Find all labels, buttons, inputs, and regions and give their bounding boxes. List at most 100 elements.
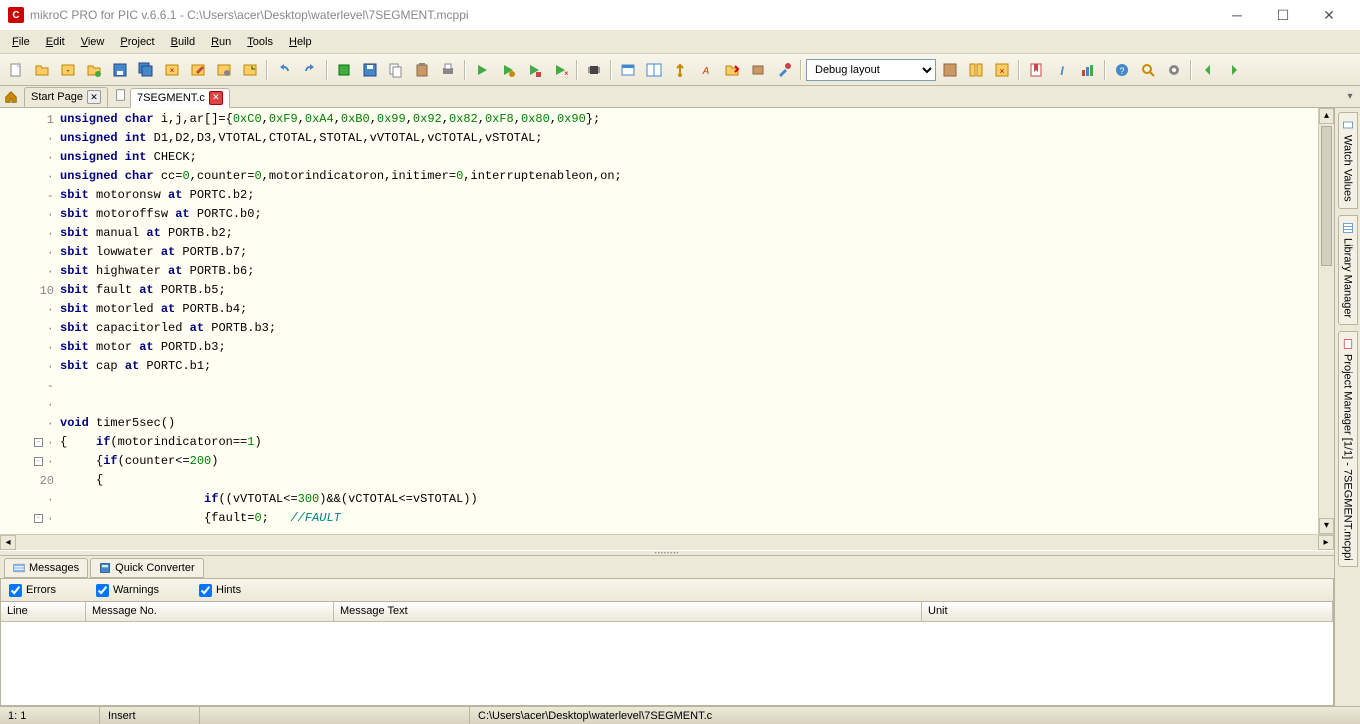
scroll-down-icon[interactable]: ▾ [1319, 518, 1334, 534]
new-file-icon[interactable] [4, 58, 28, 82]
save-icon[interactable] [108, 58, 132, 82]
message-grid-header: Line Message No. Message Text Unit [1, 602, 1333, 622]
editor-tabstrip: Start Page ✕ 7SEGMENT.c ✕ ▾ [0, 86, 1360, 108]
side-panels: Watch Values Library Manager Project Man… [1334, 108, 1360, 706]
tab-quick-converter[interactable]: Quick Converter [90, 558, 203, 578]
filter-errors[interactable]: Errors [9, 584, 56, 597]
messages-panel: Messages Quick Converter Errors Warnings… [0, 556, 1334, 706]
tab-label: 7SEGMENT.c [137, 92, 205, 104]
tools-icon[interactable] [772, 58, 796, 82]
tab-close-icon[interactable]: ✕ [209, 91, 223, 105]
run-build-icon[interactable] [496, 58, 520, 82]
home-icon[interactable] [2, 88, 20, 106]
message-grid[interactable]: Line Message No. Message Text Unit [0, 602, 1334, 706]
stats-icon[interactable] [1076, 58, 1100, 82]
filter-hints[interactable]: Hints [199, 584, 241, 597]
project-add-icon[interactable] [238, 58, 262, 82]
layout-set-icon[interactable] [964, 58, 988, 82]
usb-icon[interactable] [668, 58, 692, 82]
col-msgno[interactable]: Message No. [86, 602, 334, 621]
side-watch-values[interactable]: Watch Values [1338, 112, 1358, 209]
minimize-button[interactable]: ─ [1214, 0, 1260, 30]
titlebar: C mikroC PRO for PIC v.6.6.1 - C:\Users\… [0, 0, 1360, 30]
menu-file[interactable]: File [4, 33, 38, 51]
svg-text:×: × [999, 66, 1004, 76]
help-icon[interactable]: ? [1110, 58, 1134, 82]
vertical-scrollbar[interactable]: ▴ ▾ [1318, 108, 1334, 534]
info-icon[interactable]: I [1050, 58, 1074, 82]
status-filepath: C:\Users\acer\Desktop\waterlevel\7SEGMEN… [470, 707, 1360, 724]
app-icon: C [8, 7, 24, 23]
run-icon[interactable] [470, 58, 494, 82]
bookmark-icon[interactable] [1024, 58, 1048, 82]
code-editor[interactable]: 1···-····10····-··-·-·20·-· unsigned cha… [0, 108, 1334, 534]
ascii-icon[interactable]: A [694, 58, 718, 82]
run-stop-icon[interactable]: × [548, 58, 572, 82]
save-all-icon[interactable] [134, 58, 158, 82]
col-unit[interactable]: Unit [922, 602, 1333, 621]
copy-icon[interactable] [384, 58, 408, 82]
window1-icon[interactable] [616, 58, 640, 82]
open-project-icon[interactable] [82, 58, 106, 82]
gutter: 1···-····10····-··-·-·20·-· [0, 108, 60, 534]
menu-build[interactable]: Build [163, 33, 203, 51]
close-button[interactable]: ✕ [1306, 0, 1352, 30]
tab-messages[interactable]: Messages [4, 558, 88, 578]
save2-icon[interactable] [358, 58, 382, 82]
toolbar: + × × A Debug layout × I ? [0, 54, 1360, 86]
code-area[interactable]: unsigned char i,j,ar[]={0xC0,0xF9,0xA4,0… [60, 108, 1318, 534]
paste-icon[interactable] [410, 58, 434, 82]
tab-start-page[interactable]: Start Page ✕ [24, 87, 108, 107]
nav-fwd-icon[interactable] [1222, 58, 1246, 82]
close-project-icon[interactable]: × [160, 58, 184, 82]
menu-tools[interactable]: Tools [239, 33, 281, 51]
find-icon[interactable] [1136, 58, 1160, 82]
run-debug-icon[interactable] [522, 58, 546, 82]
side-project-manager[interactable]: Project Manager [1/1] - 7SEGMENT.mcppi [1338, 331, 1358, 568]
col-line[interactable]: Line [1, 602, 86, 621]
message-filters: Errors Warnings Hints [0, 578, 1334, 602]
maximize-button[interactable]: ☐ [1260, 0, 1306, 30]
layout-select[interactable]: Debug layout [806, 59, 936, 81]
status-position: 1: 1 [0, 707, 100, 724]
options-icon[interactable] [1162, 58, 1186, 82]
new-project-icon[interactable]: + [56, 58, 80, 82]
svg-text:?: ? [1119, 66, 1124, 76]
project-settings-icon[interactable] [212, 58, 236, 82]
scroll-up-icon[interactable]: ▴ [1319, 108, 1334, 124]
menubar: File Edit View Project Build Run Tools H… [0, 30, 1360, 54]
scroll-thumb[interactable] [1321, 126, 1332, 266]
scroll-right-icon[interactable]: ▸ [1318, 535, 1334, 550]
build-icon[interactable] [332, 58, 356, 82]
project-edit-icon[interactable] [186, 58, 210, 82]
tab-dropdown-icon[interactable]: ▾ [1342, 89, 1358, 105]
undo-icon[interactable] [272, 58, 296, 82]
filter-warnings[interactable]: Warnings [96, 584, 159, 597]
horizontal-scrollbar[interactable]: ◂ ▸ [0, 534, 1334, 550]
col-msgtext[interactable]: Message Text [334, 602, 922, 621]
statusbar: 1: 1 Insert C:\Users\acer\Desktop\waterl… [0, 706, 1360, 724]
status-insert-mode: Insert [100, 707, 200, 724]
tab-close-icon[interactable]: ✕ [87, 90, 101, 104]
nav-back-icon[interactable] [1196, 58, 1220, 82]
print-icon[interactable] [436, 58, 460, 82]
side-library-manager[interactable]: Library Manager [1338, 215, 1358, 325]
open-file-icon[interactable] [30, 58, 54, 82]
export-icon[interactable] [720, 58, 744, 82]
layout-del-icon[interactable]: × [990, 58, 1014, 82]
menu-project[interactable]: Project [112, 33, 162, 51]
status-spacer [200, 707, 470, 724]
tab-file[interactable]: 7SEGMENT.c ✕ [130, 88, 230, 108]
debug-chip-icon[interactable] [582, 58, 606, 82]
menu-run[interactable]: Run [203, 33, 239, 51]
menu-edit[interactable]: Edit [38, 33, 73, 51]
layout-save-icon[interactable] [938, 58, 962, 82]
scroll-left-icon[interactable]: ◂ [0, 535, 16, 550]
menu-view[interactable]: View [73, 33, 113, 51]
menu-help[interactable]: Help [281, 33, 320, 51]
eeprom-icon[interactable] [746, 58, 770, 82]
redo-icon[interactable] [298, 58, 322, 82]
svg-text:+: + [66, 69, 70, 75]
svg-text:×: × [564, 69, 568, 78]
window2-icon[interactable] [642, 58, 666, 82]
